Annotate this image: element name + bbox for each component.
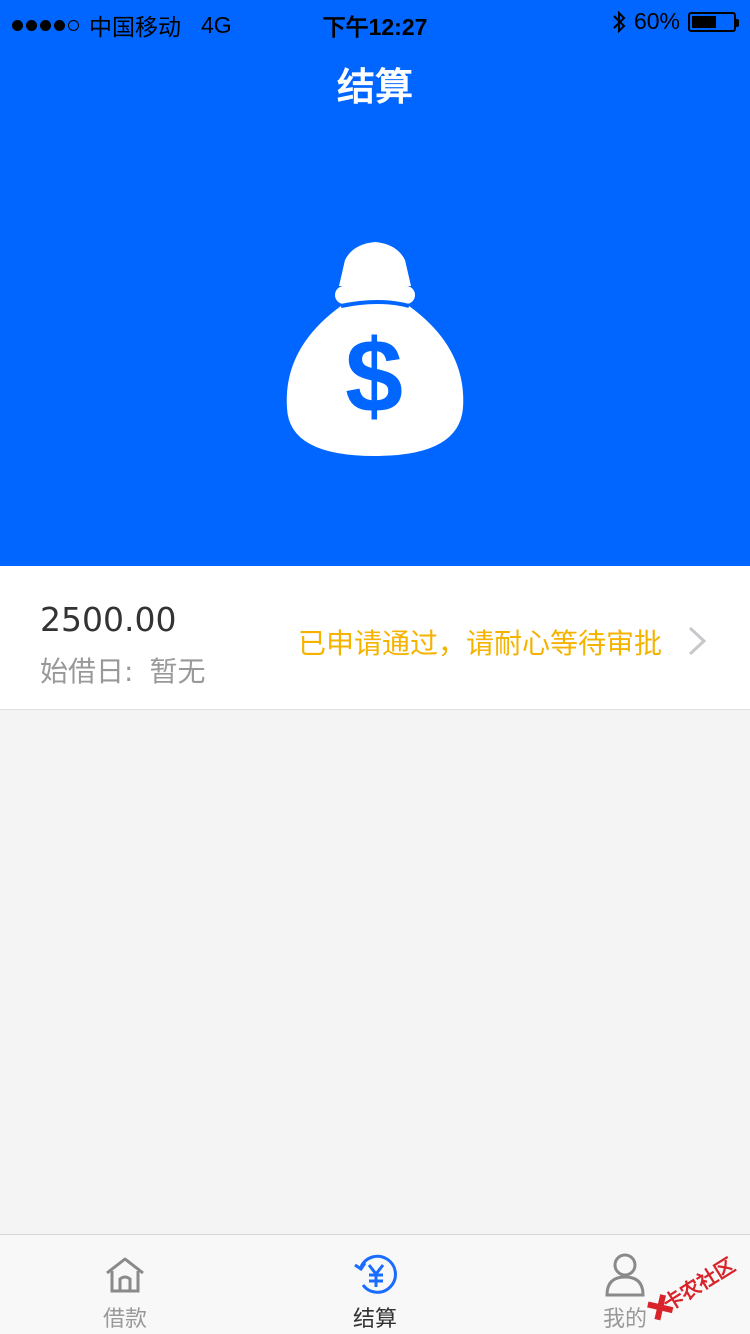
loan-amount: 2500.00 xyxy=(40,600,177,639)
tab-settle-label: 结算 xyxy=(352,1307,397,1332)
tab-mine-label: 我的 xyxy=(602,1307,647,1332)
svg-text:$: $ xyxy=(345,319,403,435)
loan-item[interactable]: 2500.00 始借日: 暂无 已申请通过，请耐心等待审批 xyxy=(0,566,750,710)
home-icon xyxy=(106,1257,144,1293)
loan-status: 已申请通过，请耐心等待审批 xyxy=(297,627,662,660)
money-bag-icon: $ xyxy=(286,242,464,456)
chevron-right-icon xyxy=(688,626,707,656)
tab-bar: 借款 结算 我的 xyxy=(0,1234,750,1334)
settle-yen-icon xyxy=(354,1254,397,1294)
status-right: 60% xyxy=(612,8,739,35)
settlement-screen: 中国移动 4G 下午12:27 60% 结算 $ 2500.00 始借日: 暂无… xyxy=(0,0,750,1334)
user-icon xyxy=(605,1253,645,1297)
battery-fill xyxy=(692,15,716,28)
loan-start-date: 始借日: 暂无 xyxy=(40,650,205,690)
bluetooth-icon xyxy=(613,10,626,33)
start-date-label: 始借日: xyxy=(40,655,134,688)
tab-borrow-label: 借款 xyxy=(102,1307,147,1332)
battery-icon xyxy=(688,11,739,32)
status-bar: 中国移动 4G 下午12:27 60% xyxy=(0,0,750,40)
header-banner: 中国移动 4G 下午12:27 60% 结算 $ xyxy=(0,0,750,566)
tab-settle[interactable]: 结算 xyxy=(250,1235,500,1334)
start-date-value: 暂无 xyxy=(149,655,206,688)
tab-borrow[interactable]: 借款 xyxy=(0,1235,250,1334)
page-title: 结算 xyxy=(336,65,413,109)
battery-percent: 60% xyxy=(633,8,680,34)
